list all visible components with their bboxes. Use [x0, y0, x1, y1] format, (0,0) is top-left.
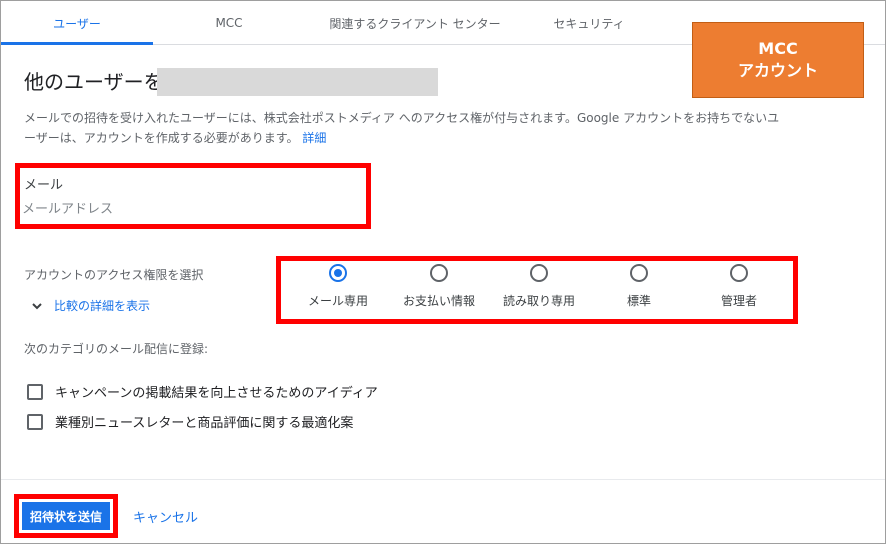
- radio-billing[interactable]: お支払い情報: [389, 264, 489, 309]
- access-level-label: アカウントのアクセス権限を選択: [24, 268, 204, 282]
- tab-users[interactable]: ユーザー: [1, 1, 153, 45]
- radio-label: 標準: [626, 294, 651, 308]
- footer-divider: [1, 479, 885, 480]
- redacted-account-name: [157, 68, 438, 96]
- compare-details-link[interactable]: 比較の詳細を表示: [30, 297, 150, 314]
- tab-mcc[interactable]: MCC: [153, 1, 305, 45]
- mcc-account-badge: MCC アカウント: [692, 22, 864, 98]
- radio-unchecked-icon: [530, 264, 548, 282]
- email-label: メール: [24, 178, 64, 193]
- radio-label: 読み取り専用: [502, 294, 575, 308]
- checkbox-unchecked-icon: [27, 413, 43, 430]
- email-categories-label: 次のカテゴリのメール配信に登録:: [24, 342, 209, 356]
- description-text: メールでの招待を受け入れたユーザーには、株式会社ポストメディア へのアクセス権が…: [24, 111, 780, 145]
- radio-unchecked-icon: [630, 264, 648, 282]
- radio-read-only[interactable]: 読み取り専用: [489, 264, 589, 309]
- checkbox-unchecked-icon: [27, 383, 43, 400]
- checkbox-campaign-ideas[interactable]: キャンペーンの掲載結果を向上させるためのアイディア: [27, 382, 378, 401]
- radio-label: お支払い情報: [402, 294, 475, 308]
- radio-label: 管理者: [720, 294, 757, 308]
- tab-linked-client-centers[interactable]: 関連するクライアント センター: [305, 1, 525, 45]
- cancel-button[interactable]: キャンセル: [133, 507, 198, 526]
- radio-label: メール専用: [307, 294, 368, 308]
- learn-more-link[interactable]: 詳細: [302, 131, 326, 145]
- compare-details-label: 比較の詳細を表示: [54, 299, 151, 313]
- radio-admin[interactable]: 管理者: [689, 264, 789, 309]
- radio-unchecked-icon: [730, 264, 748, 282]
- checkbox-label: キャンペーンの掲載結果を向上させるためのアイディア: [55, 386, 378, 401]
- checkbox-label: 業種別ニュースレターと商品評価に関する最適化案: [55, 416, 354, 431]
- active-tab-indicator: [1, 42, 153, 45]
- page-title: 他のユーザーを: [24, 70, 164, 94]
- chevron-down-icon: [32, 302, 42, 309]
- radio-unchecked-icon: [430, 264, 448, 282]
- invite-description: メールでの招待を受け入れたユーザーには、株式会社ポストメディア へのアクセス権が…: [24, 108, 784, 148]
- badge-line-1: MCC: [758, 39, 798, 58]
- checkbox-newsletter[interactable]: 業種別ニュースレターと商品評価に関する最適化案: [27, 412, 353, 431]
- send-invitation-button[interactable]: 招待状を送信: [22, 502, 110, 530]
- email-field[interactable]: [22, 196, 352, 222]
- access-level-radio-group: メール専用 お支払い情報 読み取り専用 標準 管理者: [288, 264, 788, 316]
- radio-email-only[interactable]: メール専用: [288, 264, 388, 309]
- tab-security[interactable]: セキュリティ: [525, 1, 653, 45]
- badge-line-2: アカウント: [737, 61, 818, 80]
- radio-checked-icon: [329, 264, 347, 282]
- radio-standard[interactable]: 標準: [589, 264, 689, 309]
